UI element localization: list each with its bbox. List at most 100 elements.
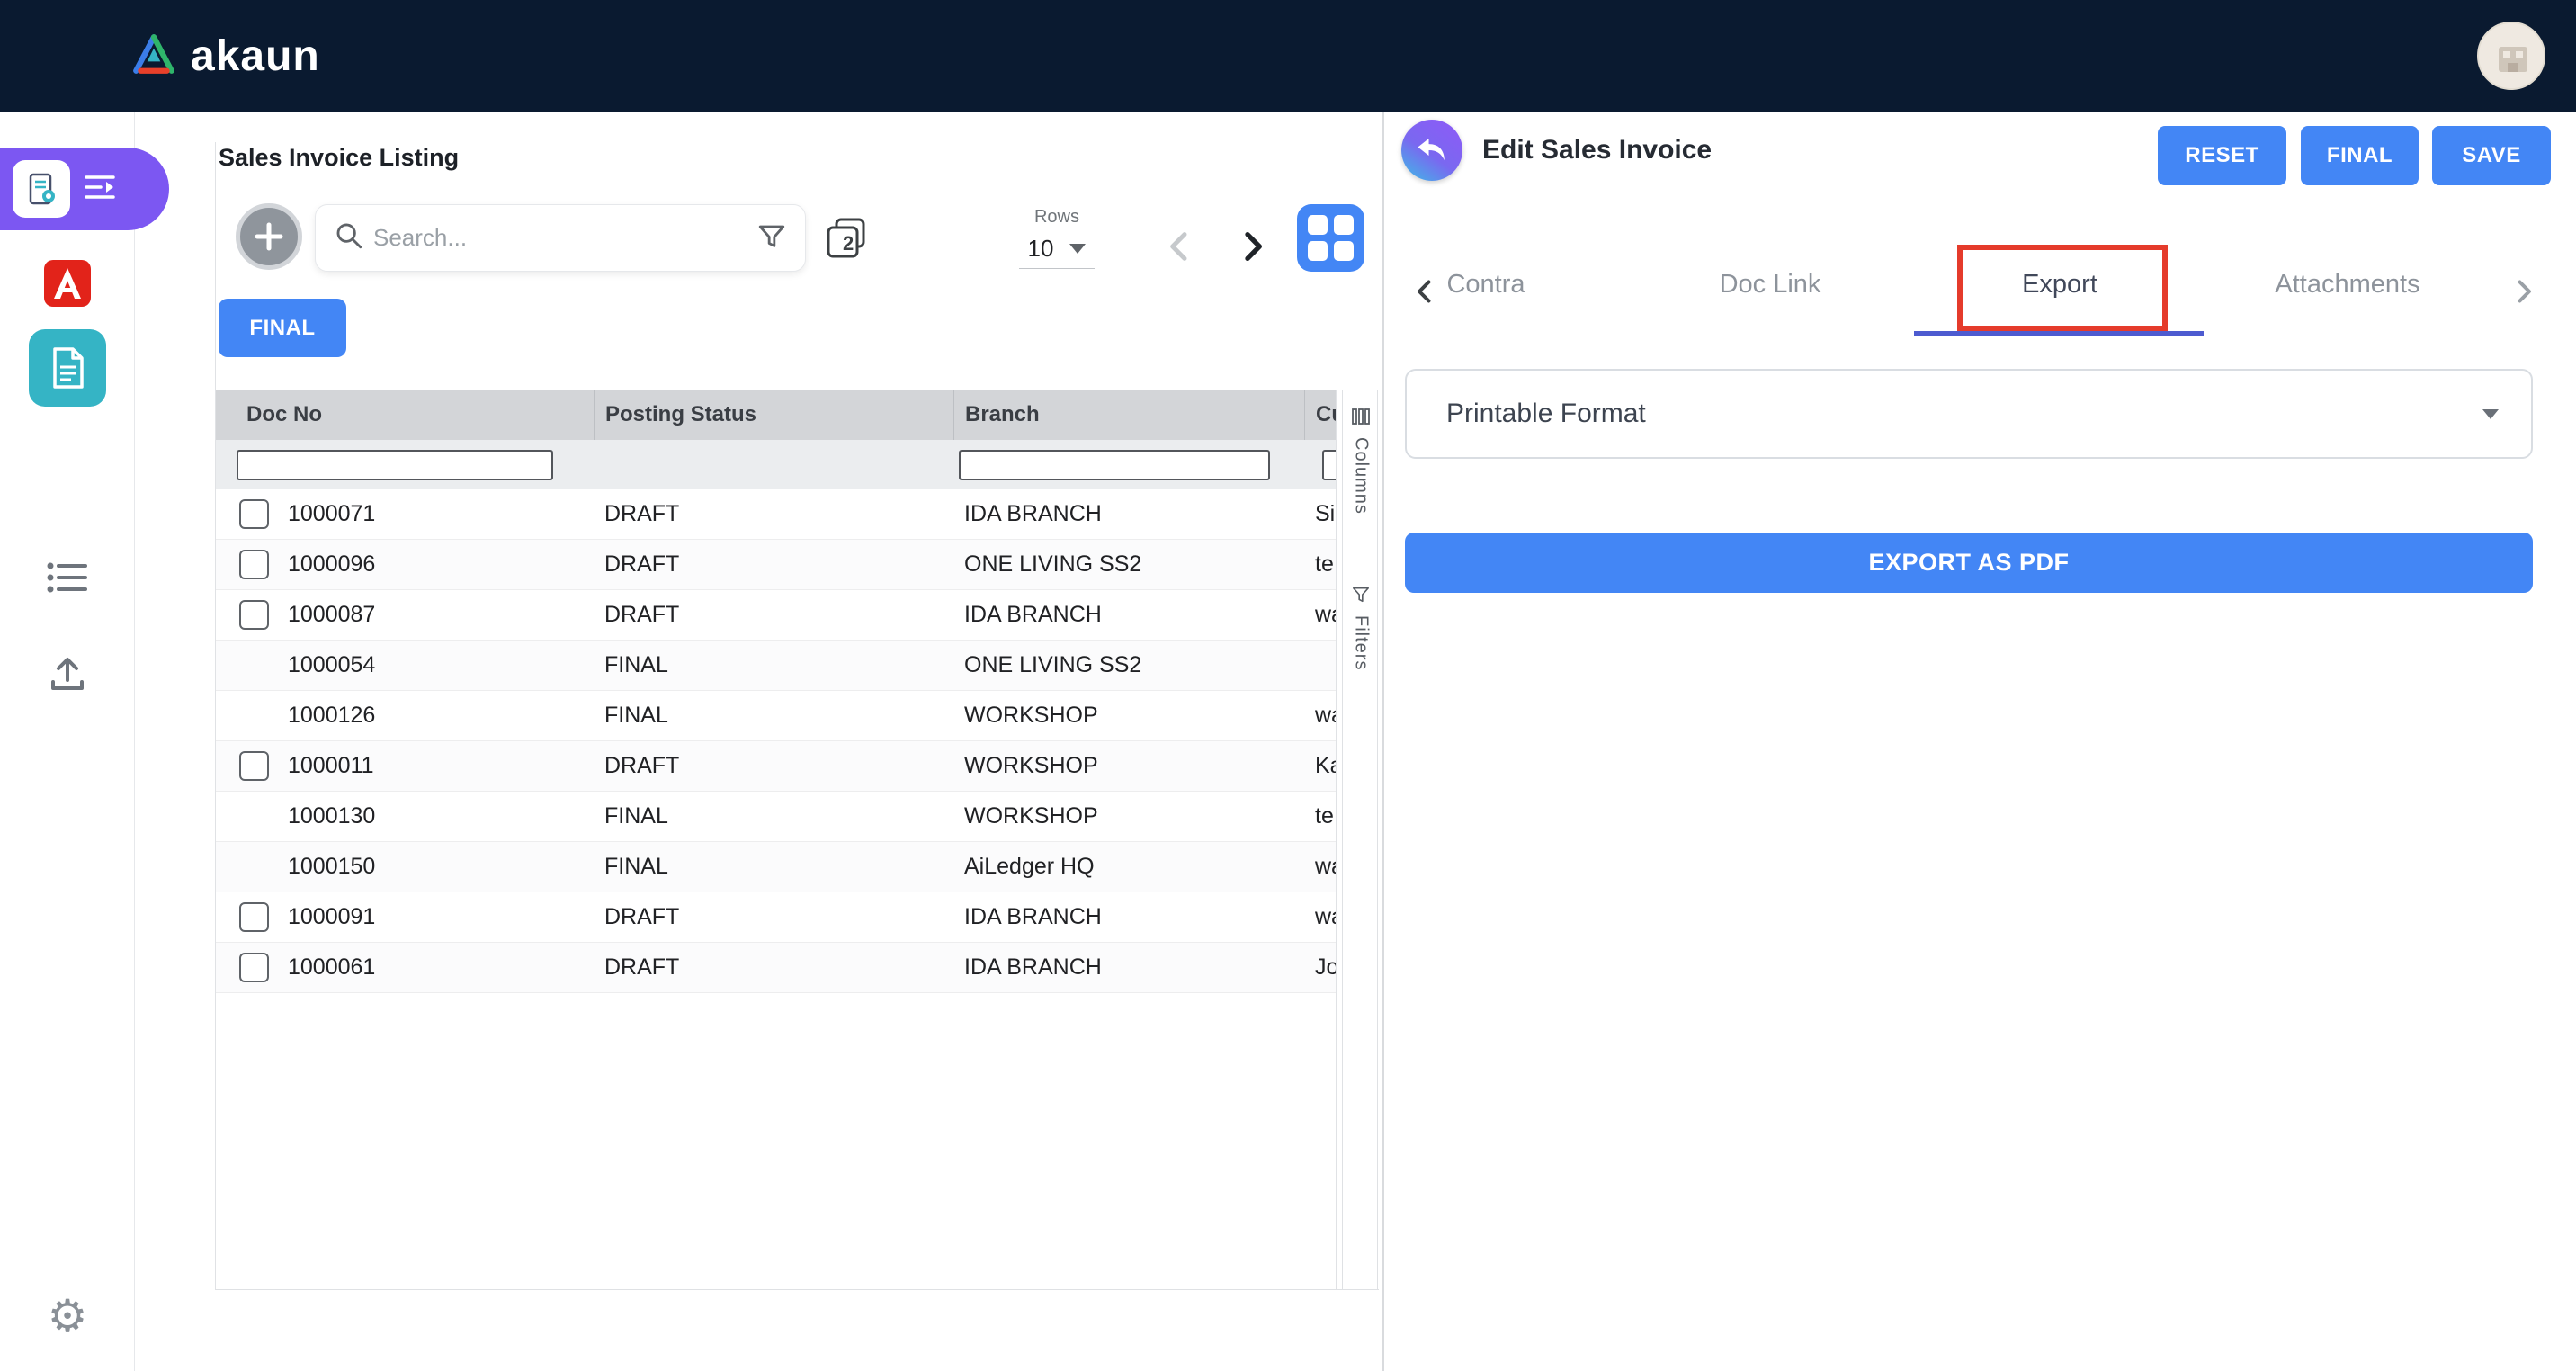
sidebar-toggle-icon[interactable] (83, 172, 119, 207)
table-row[interactable]: 1000071 DRAFT IDA BRANCH Si (216, 489, 1336, 540)
pages-badge: 2 (843, 232, 854, 255)
printable-format-label: Printable Format (1446, 399, 2482, 429)
active-tab-underline (1914, 331, 2204, 336)
rows-per-page-select[interactable]: 10 (1019, 233, 1096, 269)
branch-cell: AiLedger HQ (953, 842, 1304, 892)
doc-no-cell: 1000130 (288, 803, 375, 829)
table-row[interactable]: 1000091 DRAFT IDA BRANCH wa (216, 892, 1336, 943)
posting-status-cell: DRAFT (594, 741, 953, 791)
gear-icon: ⚙ (48, 1294, 88, 1339)
tabs-scroll-right-icon[interactable] (2508, 275, 2540, 312)
add-invoice-button[interactable] (236, 203, 302, 270)
annotation-highlight-box (1957, 245, 2168, 331)
posting-status-cell: DRAFT (594, 540, 953, 589)
sales-invoice-doc-icon (29, 329, 106, 407)
search-icon (334, 220, 364, 255)
back-button[interactable] (1401, 120, 1462, 181)
doc-no-cell: 1000091 (288, 904, 375, 930)
branch-cell: IDA BRANCH (953, 892, 1304, 942)
sidebar-item-sales-invoice[interactable] (0, 329, 135, 407)
table-row[interactable]: 1000011 DRAFT WORKSHOP Ka (216, 741, 1336, 792)
panel-left-border (215, 142, 216, 1290)
row-checkbox[interactable] (239, 499, 269, 529)
row-checkbox[interactable] (239, 902, 269, 932)
dropdown-chevron-icon (2482, 409, 2499, 419)
column-header-branch[interactable]: Branch (953, 390, 1304, 440)
customer-filter-input[interactable] (1322, 450, 1336, 480)
save-button[interactable]: SAVE (2432, 126, 2551, 185)
sidebar-item-upload[interactable] (0, 653, 135, 699)
akaun-triangle-icon (131, 33, 176, 79)
app-screen: akaun (0, 0, 2576, 1371)
rows-per-page-value: 10 (1028, 235, 1054, 263)
column-header-doc-no[interactable]: Doc No (216, 390, 594, 440)
export-as-pdf-button[interactable]: EXPORT AS PDF (1405, 533, 2533, 593)
doc-no-cell: 1000054 (288, 652, 375, 678)
columns-tool[interactable]: Columns (1343, 408, 1379, 515)
column-header-customer[interactable]: Cu (1304, 390, 1336, 440)
customer-cell: Jo (1304, 943, 1336, 992)
posting-status-cell: DRAFT (594, 489, 953, 539)
posting-status-cell: FINAL (594, 792, 953, 841)
row-checkbox[interactable] (239, 953, 269, 982)
sidebar-item-settings[interactable]: ⚙ (0, 1294, 135, 1339)
grid-view-button[interactable] (1297, 204, 1364, 272)
panel-bottom-border (215, 1289, 1379, 1290)
tab-contra[interactable]: Contra (1446, 270, 1525, 300)
customer-cell: wa (1304, 892, 1336, 942)
brand-logo[interactable]: akaun (131, 31, 320, 81)
module-pill[interactable] (0, 148, 169, 230)
columns-icon (1351, 408, 1371, 430)
doc-no-cell: 1000011 (288, 753, 373, 779)
next-page-button[interactable] (1234, 228, 1270, 269)
doc-no-cell: 1000096 (288, 551, 375, 578)
reset-button[interactable]: RESET (2158, 126, 2286, 185)
user-avatar[interactable] (2477, 22, 2545, 90)
branch-filter-input[interactable] (959, 450, 1270, 480)
row-checkbox[interactable] (239, 550, 269, 579)
invoice-module-icon[interactable] (13, 160, 70, 218)
doc-no-cell: 1000087 (288, 602, 375, 628)
search-box (315, 204, 806, 272)
customer-cell: wa (1304, 691, 1336, 740)
posting-status-cell: DRAFT (594, 892, 953, 942)
invoice-table: Doc No Posting Status Branch Cu 1000071 … (216, 390, 1336, 993)
table-row[interactable]: 1000096 DRAFT ONE LIVING SS2 te (216, 540, 1336, 590)
branch-cell: ONE LIVING SS2 (953, 540, 1304, 589)
table-right-border (1336, 390, 1337, 1289)
branch-cell: ONE LIVING SS2 (953, 641, 1304, 690)
rows-label: Rows (998, 207, 1115, 228)
search-input[interactable] (373, 224, 747, 252)
prev-page-button[interactable] (1162, 228, 1198, 269)
duplicate-pages-icon[interactable]: 2 (824, 216, 869, 261)
filter-funnel-icon[interactable] (756, 220, 787, 255)
customer-cell: Si (1304, 489, 1336, 539)
doc-no-cell: 1000150 (288, 854, 375, 880)
column-header-posting-status[interactable]: Posting Status (594, 390, 953, 440)
table-row[interactable]: 1000126 FINAL WORKSHOP wa (216, 691, 1336, 741)
tab-attachments[interactable]: Attachments (2275, 270, 2419, 300)
table-row[interactable]: 1000061 DRAFT IDA BRANCH Jo (216, 943, 1336, 993)
table-row[interactable]: 1000054 FINAL ONE LIVING SS2 (216, 641, 1336, 691)
sidebar-item-pdf[interactable] (0, 257, 135, 314)
table-row[interactable]: 1000130 FINAL WORKSHOP te (216, 792, 1336, 842)
final-filter-button[interactable]: FINAL (219, 299, 346, 357)
upload-icon (47, 653, 88, 699)
row-checkbox[interactable] (239, 600, 269, 630)
final-button[interactable]: FINAL (2301, 126, 2419, 185)
filters-funnel-icon (1351, 586, 1371, 608)
sidebar-item-listing[interactable] (0, 560, 135, 600)
table-tools-strip: Columns Filters (1342, 390, 1378, 1289)
columns-label: Columns (1351, 437, 1372, 515)
printable-format-dropdown[interactable]: Printable Format (1405, 369, 2533, 459)
row-checkbox[interactable] (239, 751, 269, 781)
branch-cell: WORKSHOP (953, 691, 1304, 740)
tab-doc-link[interactable]: Doc Link (1720, 270, 1821, 300)
rows-per-page-block: Rows 10 (998, 207, 1115, 269)
filters-tool[interactable]: Filters (1343, 586, 1379, 670)
branch-cell: WORKSHOP (953, 792, 1304, 841)
table-row[interactable]: 1000087 DRAFT IDA BRANCH wa (216, 590, 1336, 641)
table-row[interactable]: 1000150 FINAL AiLedger HQ wa (216, 842, 1336, 892)
branch-cell: IDA BRANCH (953, 489, 1304, 539)
doc-no-filter-input[interactable] (237, 450, 553, 480)
